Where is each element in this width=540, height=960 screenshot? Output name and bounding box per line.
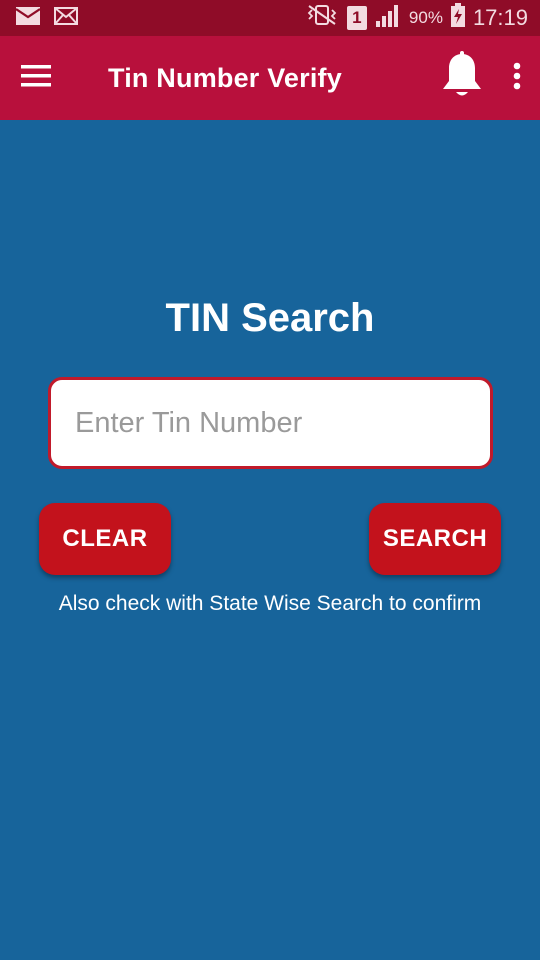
main-content: TIN Search CLEAR SEARCH Also check with … (0, 120, 540, 960)
sim-label: 1 (352, 8, 362, 27)
more-vert-icon (513, 62, 521, 95)
vibrate-icon (305, 4, 339, 32)
status-bar: 1 90% 17:19 (0, 0, 540, 36)
notifications-button[interactable] (430, 36, 494, 120)
sim-icon: 1 (346, 6, 367, 30)
signal-icon (375, 3, 401, 33)
bell-icon (440, 50, 484, 106)
overflow-menu-button[interactable] (494, 36, 540, 120)
app-title: Tin Number Verify (108, 62, 342, 93)
battery-charging-icon (450, 3, 465, 33)
clear-button[interactable]: CLEAR (39, 503, 171, 575)
page-title: TIN Search (165, 296, 375, 340)
battery-percent: 90% (408, 8, 443, 27)
clock: 17:19 (472, 5, 528, 30)
tin-number-input[interactable] (48, 377, 493, 469)
hint-text: Also check with State Wise Search to con… (58, 592, 482, 615)
email-icon (15, 6, 41, 30)
menu-button[interactable] (0, 36, 72, 120)
search-button[interactable]: SEARCH (369, 503, 501, 575)
app-bar: Tin Number Verify (0, 36, 540, 120)
mail-icon (54, 6, 78, 30)
menu-icon (21, 64, 51, 92)
